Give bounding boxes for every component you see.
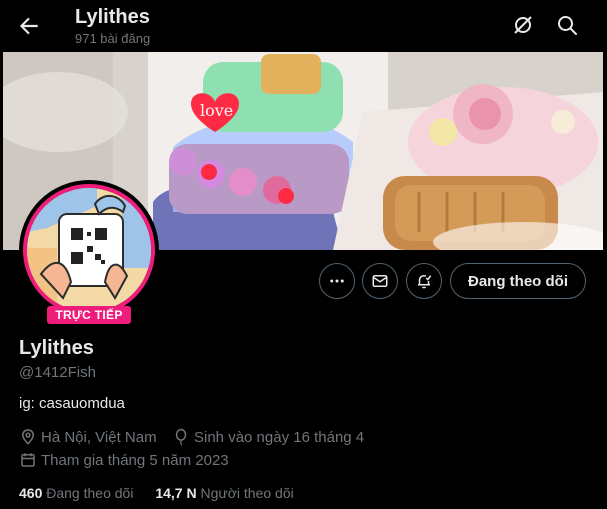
svg-text:love: love	[200, 101, 233, 120]
balloon-icon	[175, 428, 187, 446]
followers-link[interactable]: 14,7 N Người theo dõi	[155, 485, 293, 501]
user-handle: @1412Fish	[19, 364, 96, 381]
following-button[interactable]: Đang theo dõi	[450, 263, 586, 299]
more-horizontal-icon	[330, 279, 344, 283]
avatar[interactable]	[23, 184, 155, 316]
top-bar: Lylithes 971 bài đăng	[0, 0, 607, 52]
live-badge[interactable]: TRỰC TIẾP	[47, 306, 131, 324]
location-text: Hà Nội, Việt Nam	[41, 428, 157, 446]
calendar-icon	[21, 453, 35, 467]
grok-button[interactable]	[511, 13, 535, 37]
grok-icon	[514, 16, 532, 34]
bio: ig: casauomdua	[19, 395, 125, 412]
location-pin-icon	[21, 429, 35, 445]
page-title: Lylithes	[75, 6, 150, 28]
avatar-wrapper[interactable]	[19, 180, 159, 320]
message-button[interactable]	[362, 263, 398, 299]
avatar-image	[27, 188, 151, 312]
more-button[interactable]	[319, 263, 355, 299]
display-name: Lylithes	[19, 337, 94, 359]
arrow-left-icon	[19, 17, 38, 35]
location-info: Hà Nội, Việt Nam	[19, 428, 157, 446]
notify-button[interactable]	[406, 263, 442, 299]
birthday-info: Sinh vào ngày 16 tháng 4	[172, 428, 364, 446]
envelope-icon	[372, 275, 388, 287]
post-count: 971 bài đăng	[75, 31, 151, 46]
birthday-text: Sinh vào ngày 16 tháng 4	[194, 428, 365, 446]
joined-info: Tham gia tháng 5 năm 2023	[19, 451, 229, 469]
bell-check-icon	[418, 274, 432, 289]
search-button[interactable]	[555, 13, 579, 37]
followers-label: Người theo dõi	[200, 485, 294, 501]
following-label: Đang theo dõi	[46, 485, 134, 501]
back-button[interactable]	[16, 13, 42, 39]
following-link[interactable]: 460 Đang theo dõi	[19, 485, 133, 501]
follow-stats: 460 Đang theo dõi 14,7 N Người theo dõi	[19, 485, 312, 501]
following-count: 460	[19, 485, 43, 501]
search-icon	[558, 16, 577, 35]
followers-count: 14,7 N	[155, 485, 197, 501]
joined-text: Tham gia tháng 5 năm 2023	[41, 451, 229, 469]
